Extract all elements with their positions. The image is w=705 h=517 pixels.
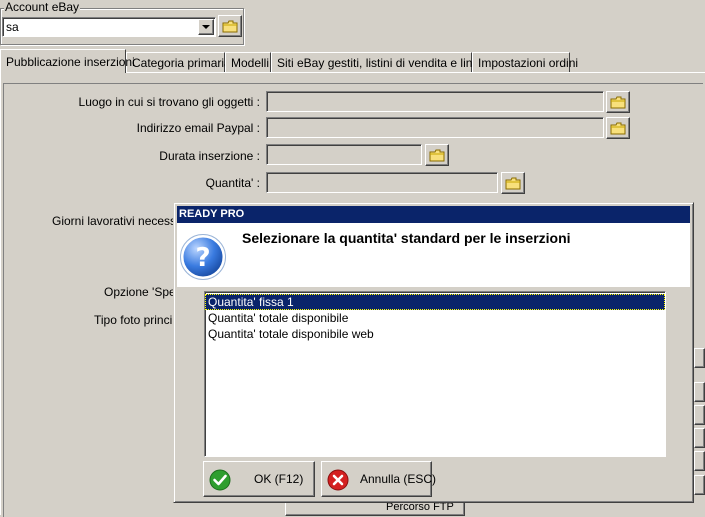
location-label: Luogo in cui si trovano gli oggetti : xyxy=(78,95,260,109)
account-group-label: Account eBay xyxy=(4,0,81,14)
shipping-option-label: Opzione 'Sped xyxy=(104,285,183,299)
paypal-input[interactable] xyxy=(266,117,604,138)
account-dropdown-button[interactable] xyxy=(198,19,214,35)
tab-label: Pubblicazione inserzioni xyxy=(6,55,135,69)
hidden-control[interactable] xyxy=(694,451,705,471)
tab-label: Categoria primaria xyxy=(132,56,231,70)
tab-impostazioni-ordini[interactable]: Impostazioni ordini xyxy=(472,52,578,72)
cancel-button-label: Annulla (ESC) xyxy=(360,472,437,486)
folder-icon xyxy=(222,20,238,32)
list-item[interactable]: Quantita' fissa 1 xyxy=(205,294,665,310)
quantity-dialog: READY PRO ? Selezionare la quantita' sta… xyxy=(173,202,694,503)
location-browse-button[interactable] xyxy=(606,91,630,113)
account-combobox[interactable]: sa xyxy=(2,17,216,37)
hidden-control[interactable] xyxy=(694,405,705,425)
tab-label: Siti eBay gestiti, listini di vendita e … xyxy=(277,56,493,70)
paypal-browse-button[interactable] xyxy=(606,117,630,139)
hidden-control[interactable] xyxy=(694,382,705,402)
hidden-control[interactable] xyxy=(694,348,705,368)
tab-modelli[interactable]: Modelli xyxy=(225,52,271,72)
quantity-input[interactable] xyxy=(266,172,498,193)
duration-input[interactable] xyxy=(266,144,422,165)
quantity-browse-button[interactable] xyxy=(501,172,525,194)
tab-label: Impostazioni ordini xyxy=(478,56,579,70)
ok-button-label: OK (F12) xyxy=(254,472,304,486)
list-item[interactable]: Quantita' totale disponibile xyxy=(205,310,665,326)
chevron-down-icon xyxy=(202,24,210,29)
cancel-icon xyxy=(327,469,349,491)
hidden-control[interactable] xyxy=(694,475,705,495)
hidden-control[interactable] xyxy=(694,428,705,448)
account-combobox-value: sa xyxy=(6,20,19,34)
folder-icon xyxy=(505,177,521,189)
dialog-message-area: ? Selezionare la quantita' standard per … xyxy=(177,223,690,287)
account-browse-button[interactable] xyxy=(218,15,242,37)
check-icon xyxy=(209,469,231,491)
folder-icon xyxy=(429,149,445,161)
tab-siti-ebay[interactable]: Siti eBay gestiti, listini di vendita e … xyxy=(271,52,492,72)
folder-icon xyxy=(610,96,626,108)
paypal-label: Indirizzo email Paypal : xyxy=(136,121,260,135)
dialog-message: Selezionare la quantita' standard per le… xyxy=(242,230,571,246)
dialog-titlebar: READY PRO xyxy=(177,206,690,223)
ok-button[interactable]: OK (F12) xyxy=(203,461,315,497)
question-icon: ? xyxy=(180,234,226,283)
list-item[interactable]: Quantita' totale disponibile web xyxy=(205,326,665,342)
location-input[interactable] xyxy=(266,91,604,112)
tab-label: Modelli xyxy=(231,56,270,70)
duration-label: Durata inserzione : xyxy=(159,149,260,163)
tab-categoria-primaria[interactable]: Categoria primaria xyxy=(126,52,231,72)
svg-text:?: ? xyxy=(195,243,210,273)
cancel-button[interactable]: Annulla (ESC) xyxy=(321,461,436,497)
duration-browse-button[interactable] xyxy=(425,144,449,166)
photo-type-label: Tipo foto principa xyxy=(94,313,186,327)
quantity-listbox[interactable]: Quantita' fissa 1 Quantita' totale dispo… xyxy=(204,291,666,457)
quantity-label: Quantita' : xyxy=(205,176,260,190)
tab-pubblicazione-inserzioni[interactable]: Pubblicazione inserzioni xyxy=(0,49,135,73)
folder-icon xyxy=(610,122,626,134)
working-days-label: Giorni lavorativi necessari xyxy=(52,214,190,228)
